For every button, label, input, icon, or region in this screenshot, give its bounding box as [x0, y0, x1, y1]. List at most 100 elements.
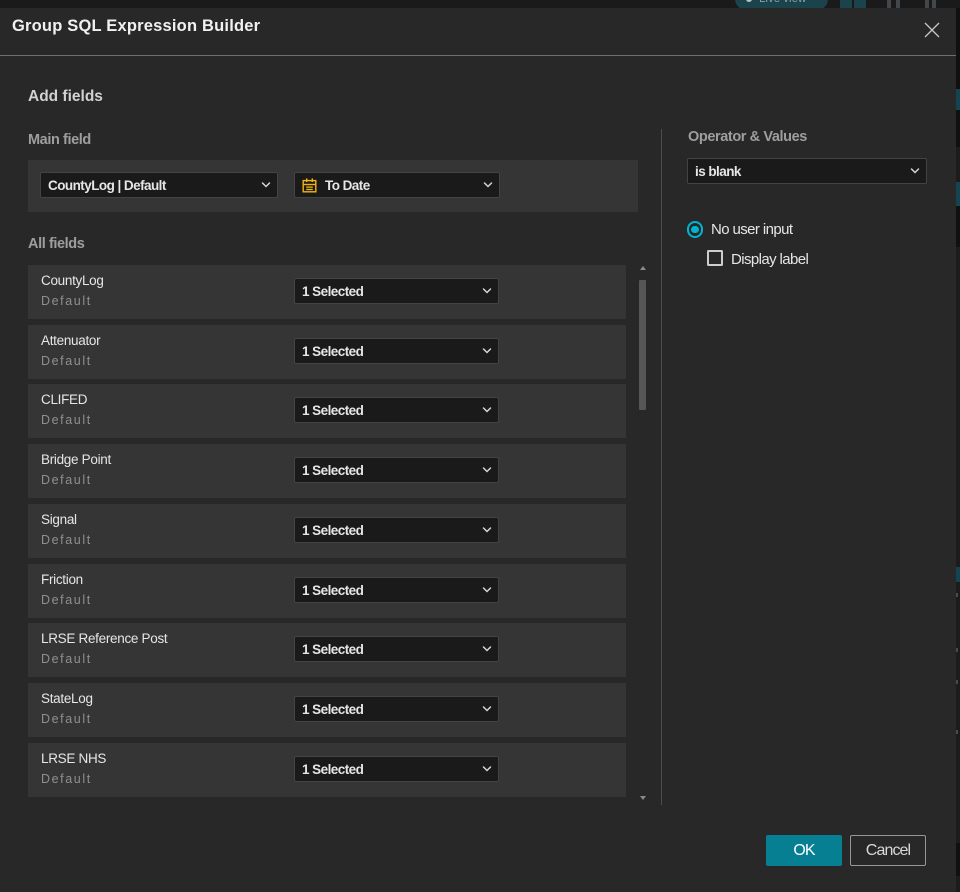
toolbar-icon-fragment: [896, 0, 900, 8]
field-sublabel: Default: [41, 712, 92, 726]
chevron-down-icon: [482, 407, 491, 413]
field-row: CountyLog Default 1 Selected: [28, 265, 626, 319]
display-label-checkbox[interactable]: [706, 250, 723, 266]
panel-divider: [661, 129, 662, 805]
field-name: CLIFED: [41, 392, 88, 407]
field-sublabel: Default: [41, 593, 92, 607]
cancel-button[interactable]: Cancel: [850, 835, 926, 866]
scrollbar-up-arrow[interactable]: [639, 266, 646, 270]
chevron-down-icon: [261, 182, 270, 188]
background-fragment: [956, 567, 960, 582]
field-value-select[interactable]: 1 Selected: [294, 696, 499, 722]
field-sublabel: Default: [41, 652, 92, 666]
background-fragment: [956, 110, 960, 147]
field-row: Attenuator Default 1 Selected: [28, 325, 626, 379]
display-label-label: Display label: [731, 251, 809, 268]
live-view-button[interactable]: Live view: [735, 0, 828, 8]
background-fragment: [956, 89, 960, 110]
field-value-select-value: 1 Selected: [302, 283, 364, 299]
main-field-label: Main field: [28, 132, 91, 148]
no-user-input-radio[interactable]: [686, 221, 704, 238]
field-value-select-value: 1 Selected: [302, 641, 364, 657]
field-row: Signal Default 1 Selected: [28, 504, 626, 558]
field-row: Friction Default 1 Selected: [28, 564, 626, 618]
dialog-title: Group SQL Expression Builder: [12, 16, 261, 35]
field-row: CLIFED Default 1 Selected: [28, 384, 626, 438]
toolbar-icon-fragment: [932, 0, 936, 8]
field-value-select[interactable]: 1 Selected: [294, 577, 499, 603]
background-fragment: [956, 206, 960, 247]
chevron-down-icon: [482, 766, 491, 772]
field-row: LRSE Reference Post Default 1 Selected: [28, 623, 626, 677]
field-value-select[interactable]: 1 Selected: [294, 756, 499, 782]
background-fragment: [956, 182, 960, 206]
scrollbar-down-arrow[interactable]: [639, 796, 646, 800]
background-fragment: [956, 593, 958, 597]
main-field-select[interactable]: CountyLog | Default: [40, 172, 278, 198]
field-value-select[interactable]: 1 Selected: [294, 278, 499, 304]
field-sublabel: Default: [41, 772, 92, 786]
chevron-down-icon: [910, 168, 919, 174]
toolbar-icon-fragment: [887, 0, 891, 8]
background-fragment: [956, 648, 958, 652]
background-page-edge: [956, 8, 960, 892]
dialog-header: Group SQL Expression Builder: [0, 8, 956, 56]
field-name: Bridge Point: [41, 452, 111, 467]
operator-select[interactable]: is blank: [687, 158, 927, 184]
operator-select-value: is blank: [695, 163, 741, 179]
chevron-down-icon: [482, 527, 491, 533]
field-sublabel: Default: [41, 354, 92, 368]
chevron-down-icon: [482, 348, 491, 354]
background-fragment: [956, 8, 960, 89]
field-name: Attenuator: [41, 333, 101, 348]
field-value-select[interactable]: 1 Selected: [294, 338, 499, 364]
field-name: LRSE NHS: [41, 751, 107, 766]
add-fields-heading: Add fields: [28, 88, 103, 105]
scrollbar-thumb[interactable]: [639, 280, 646, 410]
field-name: LRSE Reference Post: [41, 631, 168, 646]
chevron-down-icon: [482, 706, 491, 712]
toolbar-icon-fragment: [925, 0, 929, 8]
main-date-select-value: To Date: [325, 177, 370, 193]
field-value-select-value: 1 Selected: [302, 402, 364, 418]
no-user-input-label: No user input: [711, 221, 793, 238]
toolbar-icon-fragment: [840, 0, 852, 8]
field-value-select[interactable]: 1 Selected: [294, 457, 499, 483]
field-sublabel: Default: [41, 533, 92, 547]
field-row: StateLog Default 1 Selected: [28, 683, 626, 737]
field-value-select-value: 1 Selected: [302, 522, 364, 538]
calendar-icon: [302, 177, 317, 192]
close-icon[interactable]: [922, 20, 942, 40]
field-value-select[interactable]: 1 Selected: [294, 397, 499, 423]
toolbar-icon-fragment: [854, 0, 866, 8]
background-fragment: [956, 680, 958, 684]
background-toolbar: Live view: [0, 0, 960, 8]
field-value-select-value: 1 Selected: [302, 343, 364, 359]
field-sublabel: Default: [41, 294, 92, 308]
chevron-down-icon: [482, 467, 491, 473]
main-field-select-value: CountyLog | Default: [48, 177, 166, 193]
chevron-down-icon: [483, 182, 492, 188]
field-name: StateLog: [41, 691, 93, 706]
field-name: CountyLog: [41, 273, 104, 288]
field-sublabel: Default: [41, 473, 92, 487]
field-sublabel: Default: [41, 413, 92, 427]
field-value-select-value: 1 Selected: [302, 582, 364, 598]
all-fields-label: All fields: [28, 235, 85, 252]
field-row: LRSE NHS Default 1 Selected: [28, 743, 626, 797]
background-fragment: [956, 730, 958, 734]
background-fragment: [956, 843, 960, 876]
ok-button[interactable]: OK: [766, 835, 842, 866]
field-value-select[interactable]: 1 Selected: [294, 636, 499, 662]
field-value-select[interactable]: 1 Selected: [294, 517, 499, 543]
chevron-down-icon: [482, 587, 491, 593]
live-view-label: Live view: [759, 0, 806, 5]
live-view-dot-icon: [746, 0, 752, 2]
chevron-down-icon: [482, 646, 491, 652]
main-date-select[interactable]: To Date: [294, 172, 500, 198]
field-value-select-value: 1 Selected: [302, 701, 364, 717]
field-value-select-value: 1 Selected: [302, 761, 364, 777]
group-sql-expression-builder-dialog: Group SQL Expression Builder Add fields …: [0, 8, 956, 892]
field-name: Signal: [41, 512, 77, 527]
field-value-select-value: 1 Selected: [302, 462, 364, 478]
